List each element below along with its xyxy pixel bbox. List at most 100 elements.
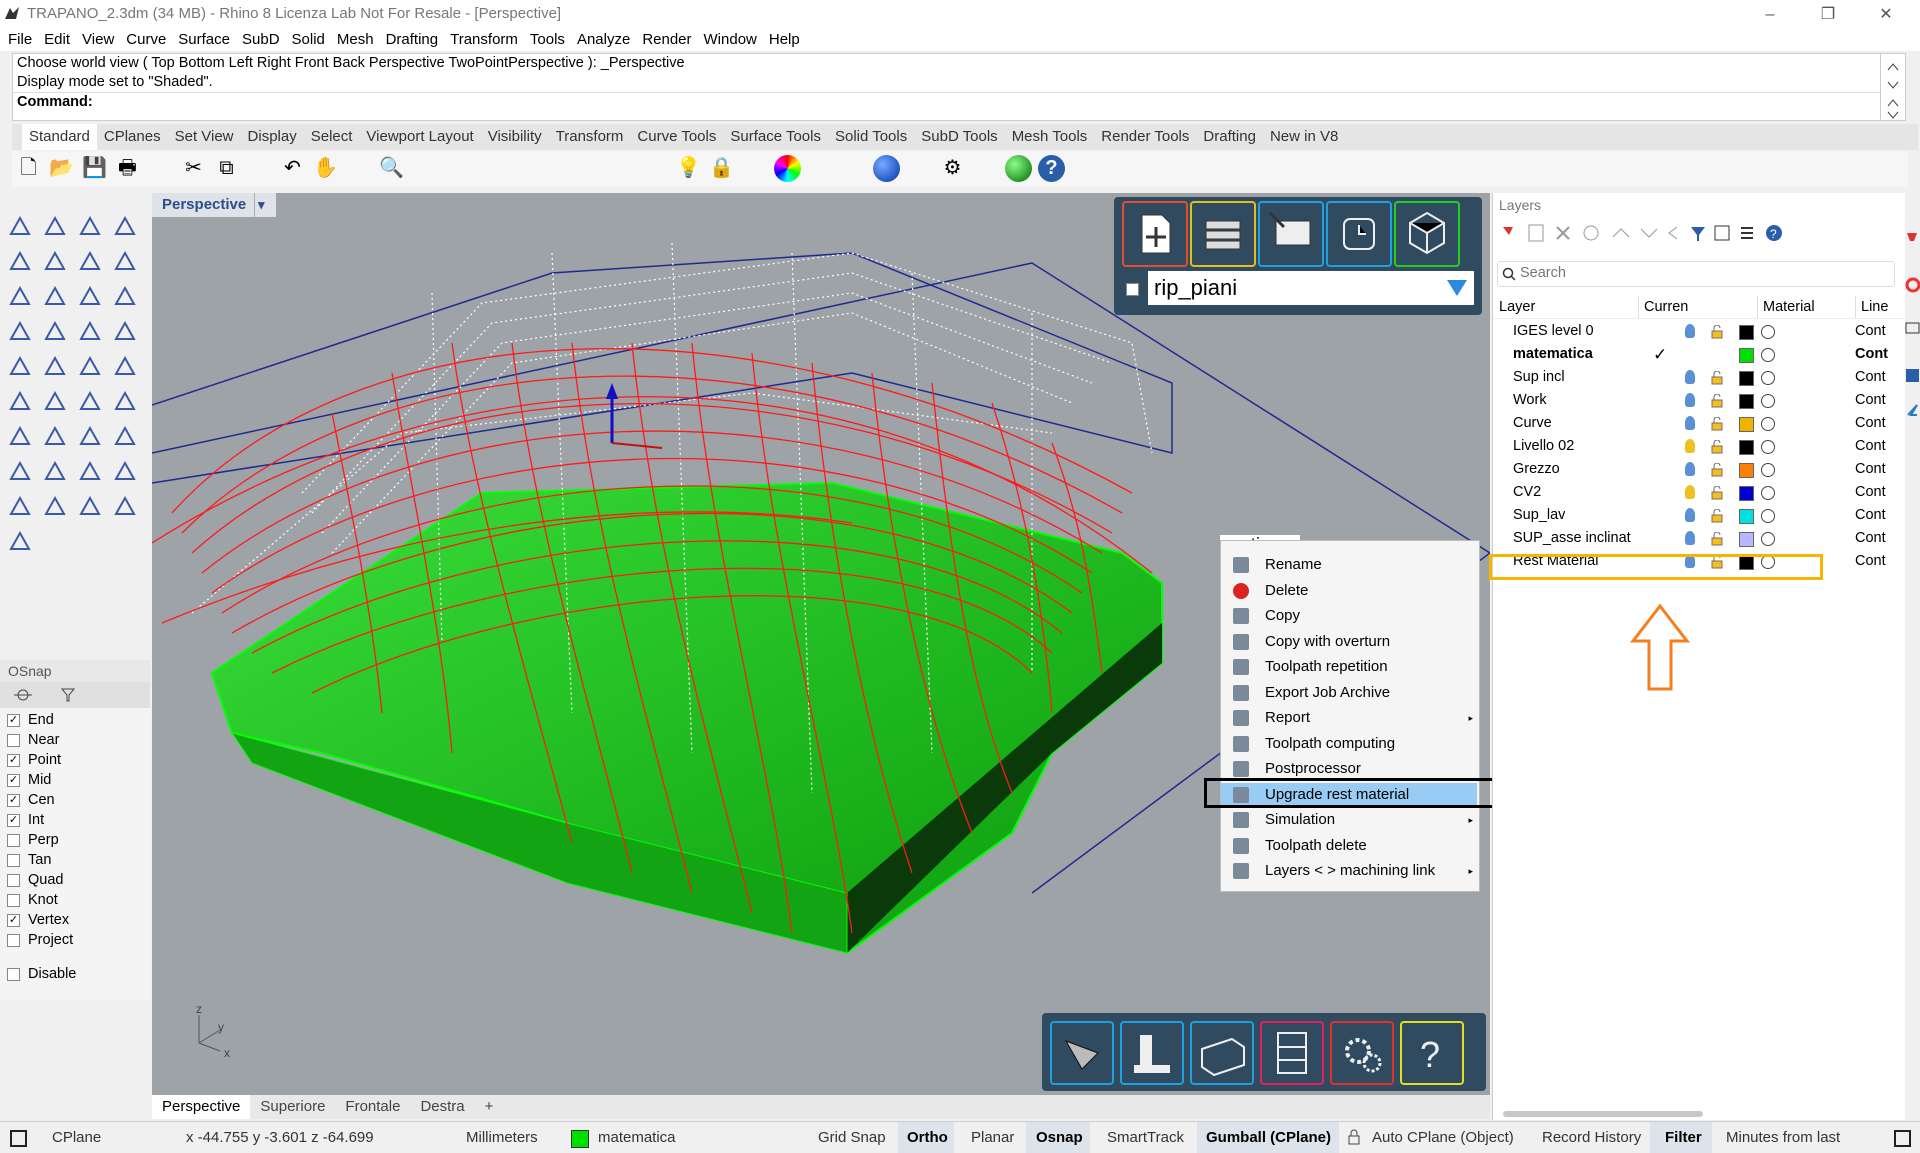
- units-label[interactable]: Millimeters: [466, 1129, 538, 1146]
- add-viewport-tab-icon[interactable]: +: [475, 1095, 504, 1119]
- disable-checkbox[interactable]: [7, 967, 20, 981]
- layer-color-swatch[interactable]: [1739, 325, 1754, 340]
- cut-icon[interactable]: ✂: [180, 155, 207, 182]
- new-machining-button[interactable]: [1122, 201, 1188, 267]
- menu-item-copy[interactable]: Copy: [1221, 604, 1477, 628]
- lock-icon[interactable]: 🔒: [708, 155, 735, 182]
- help-icon[interactable]: ?: [1038, 155, 1065, 182]
- zoom-icon[interactable]: 🔍: [378, 155, 405, 182]
- dimension-icon[interactable]: [972, 155, 999, 182]
- material-icon[interactable]: [1761, 371, 1775, 385]
- col-layer[interactable]: Layer: [1499, 296, 1535, 318]
- layer-color-swatch[interactable]: [1739, 440, 1754, 455]
- layer-name[interactable]: IGES level 0: [1513, 320, 1594, 343]
- osnap-checkbox[interactable]: ✓: [7, 753, 20, 767]
- osnap-checkbox[interactable]: ✓: [7, 913, 20, 927]
- layer-linetype[interactable]: Cont: [1855, 320, 1886, 343]
- undo-icon[interactable]: ↶: [279, 155, 306, 182]
- osnap-vertex[interactable]: ✓ Vertex: [0, 910, 150, 930]
- viewport-tab-frontale[interactable]: Frontale: [335, 1095, 410, 1119]
- layer-row[interactable]: Curve Cont: [1493, 412, 1905, 435]
- filter-funnel-icon[interactable]: [1446, 279, 1468, 297]
- osnap-checkbox[interactable]: [7, 733, 20, 747]
- visibility-bulb-icon[interactable]: [1685, 531, 1695, 545]
- lock-open-icon[interactable]: [1711, 485, 1724, 500]
- layer-linetype[interactable]: Cont: [1855, 527, 1886, 550]
- viewport-title-tab[interactable]: Perspective ▾: [152, 193, 276, 217]
- osnap-checkbox[interactable]: ✓: [7, 793, 20, 807]
- menu-item-toolpath-delete[interactable]: Toolpath delete: [1221, 834, 1477, 858]
- layer-name[interactable]: SUP_asse inclinato: [1513, 527, 1631, 550]
- cplane-label[interactable]: CPlane: [52, 1129, 101, 1146]
- menu-item-report[interactable]: Report ▸: [1221, 706, 1477, 730]
- menu-tools[interactable]: Tools: [524, 29, 571, 51]
- cylinder-icon[interactable]: [76, 317, 104, 345]
- paste-icon[interactable]: [246, 155, 273, 182]
- new-file-icon[interactable]: 🗋: [15, 155, 42, 182]
- viewport-tab-destra[interactable]: Destra: [410, 1095, 474, 1119]
- surface-from-curves-icon[interactable]: [76, 282, 104, 310]
- import-icon[interactable]: [147, 155, 174, 182]
- osnap-checkbox[interactable]: [7, 873, 20, 887]
- osnap-toggle[interactable]: Osnap: [1036, 1129, 1083, 1146]
- tab-cplanes[interactable]: CPlanes: [97, 124, 168, 150]
- osnap-knot[interactable]: Knot: [0, 890, 150, 910]
- command-history[interactable]: Choose world view ( Top Bottom Left Righ…: [12, 53, 1882, 121]
- layer-color-icon[interactable]: [741, 155, 768, 182]
- col-linetype[interactable]: Line: [1855, 296, 1888, 318]
- layers-horizontal-scrollbar[interactable]: [1503, 1111, 1703, 1117]
- tab-drafting[interactable]: Drafting: [1196, 124, 1263, 150]
- layer-linetype[interactable]: Cont: [1855, 412, 1886, 435]
- tab-render-tools[interactable]: Render Tools: [1094, 124, 1196, 150]
- material-icon[interactable]: [1761, 394, 1775, 408]
- osnap-end[interactable]: ✓ End: [0, 710, 150, 730]
- box-icon[interactable]: [6, 317, 34, 345]
- zoom-selected-icon[interactable]: [477, 155, 504, 182]
- split-icon[interactable]: [76, 352, 104, 380]
- pan-icon[interactable]: ✋: [312, 155, 339, 182]
- osnap-checkbox[interactable]: [7, 893, 20, 907]
- menu-solid[interactable]: Solid: [286, 29, 331, 51]
- open-file-icon[interactable]: 📂: [48, 155, 75, 182]
- tab-set-view[interactable]: Set View: [168, 124, 241, 150]
- zoom-window-icon[interactable]: [411, 155, 438, 182]
- tool-button[interactable]: [1050, 1021, 1114, 1085]
- stock-button[interactable]: [1190, 201, 1256, 267]
- restore-button[interactable]: ❐: [1808, 2, 1848, 28]
- layers-search-field[interactable]: [1497, 261, 1895, 287]
- tab-curve-tools[interactable]: Curve Tools: [630, 124, 723, 150]
- zoom-extents-icon[interactable]: [444, 155, 471, 182]
- cage-icon[interactable]: [6, 492, 34, 520]
- layer-color-swatch[interactable]: [1739, 463, 1754, 478]
- layer-name[interactable]: Work: [1513, 389, 1547, 412]
- layer-name[interactable]: Livello 02: [1513, 435, 1574, 458]
- layer-row[interactable]: Sup_lav Cont: [1493, 504, 1905, 527]
- layer-linetype[interactable]: Cont: [1855, 435, 1886, 458]
- menu-item-toolpath-computing[interactable]: Toolpath computing: [1221, 732, 1477, 756]
- layers-search-input[interactable]: [1518, 264, 1882, 282]
- lock-open-icon[interactable]: [1711, 393, 1724, 408]
- lock-open-icon[interactable]: [1711, 370, 1724, 385]
- osnap-checkbox[interactable]: ✓: [7, 713, 20, 727]
- loft-icon[interactable]: [111, 387, 139, 415]
- menu-item-layers-machining-link[interactable]: Layers < > machining link ▸: [1221, 859, 1477, 883]
- ortho-toggle[interactable]: Ortho: [907, 1129, 948, 1146]
- visibility-bulb-icon[interactable]: [1685, 324, 1695, 338]
- current-layer-color[interactable]: [571, 1130, 589, 1148]
- osnap-tan[interactable]: Tan: [0, 850, 150, 870]
- lock-open-icon[interactable]: [1711, 531, 1724, 546]
- viewport-tab-perspective[interactable]: Perspective: [152, 1095, 251, 1119]
- trim-icon[interactable]: [111, 352, 139, 380]
- osnap-mid[interactable]: ✓ Mid: [0, 770, 150, 790]
- layers-toolbar-icons[interactable]: ?: [1493, 217, 1793, 251]
- arc-icon[interactable]: [76, 247, 104, 275]
- copy-icon[interactable]: ⧉: [213, 155, 240, 182]
- visibility-bulb-icon[interactable]: [1685, 416, 1695, 430]
- tab-surface-tools[interactable]: Surface Tools: [723, 124, 828, 150]
- layer-row[interactable]: IGES level 0 Cont: [1493, 320, 1905, 343]
- tab-subd-tools[interactable]: SubD Tools: [914, 124, 1004, 150]
- wire-ball-icon[interactable]: [840, 155, 867, 182]
- osnap-project[interactable]: Project: [0, 930, 150, 950]
- sphere-icon[interactable]: [41, 317, 69, 345]
- archive-button[interactable]: [1260, 1021, 1324, 1085]
